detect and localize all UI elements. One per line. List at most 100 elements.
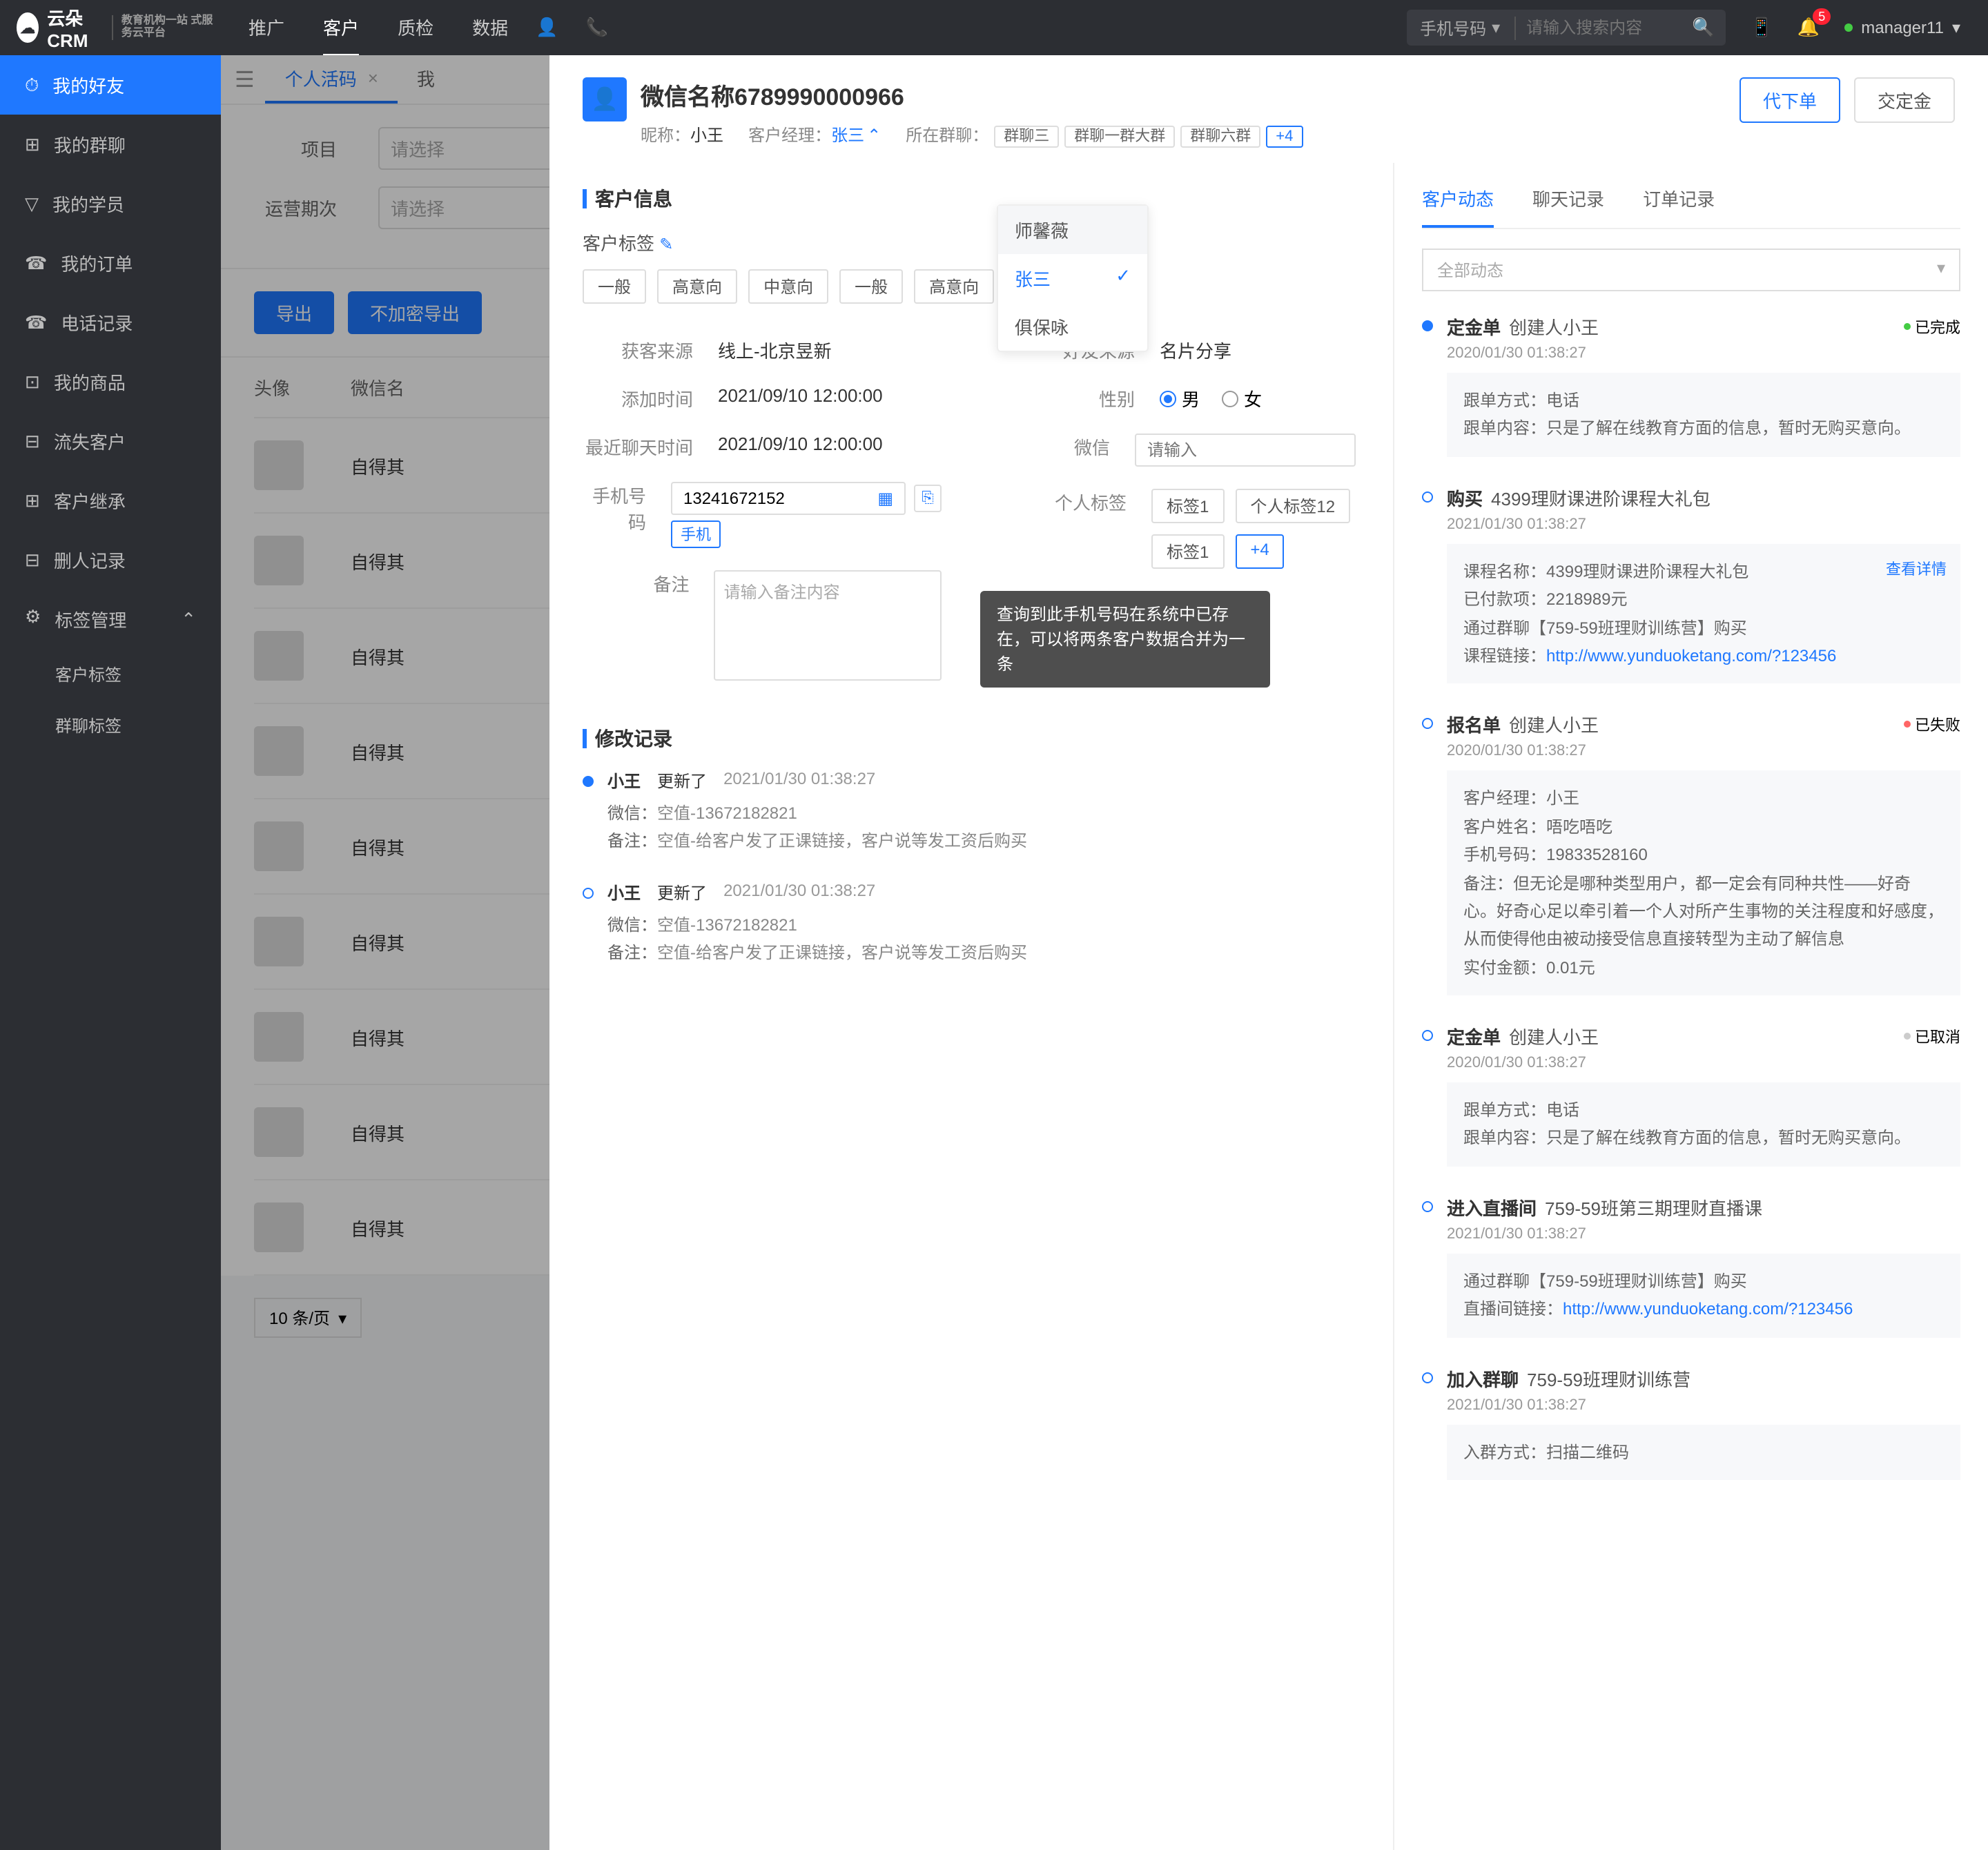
status-badge: 已完成 — [1904, 315, 1960, 338]
mobile-icon[interactable]: 📱 — [1751, 17, 1773, 39]
activity-tab[interactable]: 订单记录 — [1643, 185, 1715, 228]
sidebar-icon: ⏱ — [25, 74, 39, 96]
logo-text: 云朵CRM — [47, 4, 104, 51]
link[interactable]: http://www.yunduoketang.com/?123456 — [1563, 1300, 1853, 1319]
sidebar-icon: ⊞ — [25, 489, 40, 512]
activity-tab[interactable]: 聊天记录 — [1532, 185, 1604, 228]
timeline-item: 进入直播间759-59班第三期理财直播课2021/01/30 01:38:27通… — [1422, 1194, 1960, 1338]
topnav-item[interactable]: 推广 — [248, 0, 284, 56]
phone-input[interactable]: 13241672152▦ — [671, 482, 906, 515]
chevron-up-icon: ⌃ — [867, 125, 881, 144]
section-customer-info: 客户信息 — [583, 185, 1360, 213]
last-chat-value: 2021/09/10 12:00:00 — [718, 434, 883, 460]
activity-tab[interactable]: 客户动态 — [1422, 185, 1494, 228]
group-tag: 群聊一群大群 — [1064, 126, 1175, 148]
drawer-right: 客户动态聊天记录订单记录 全部动态▾ 定金单创建人小王已完成2020/01/30… — [1394, 163, 1988, 1850]
radio-female[interactable]: 女 — [1222, 385, 1262, 411]
timeline-item: 报名单创建人小王已失败2020/01/30 01:38:27客户经理：小王客户姓… — [1422, 712, 1960, 995]
sidebar-icon: ▽ — [25, 193, 39, 215]
contact-icon[interactable]: ▦ — [877, 489, 893, 508]
copy-icon[interactable]: ⎘ — [914, 485, 942, 512]
section-modify-log: 修改记录 — [583, 725, 1360, 752]
sidebar-item[interactable]: ⊟删人记录 — [0, 530, 221, 590]
deposit-button[interactable]: 交定金 — [1854, 77, 1955, 123]
dropdown-option[interactable]: 师馨薇 — [998, 206, 1147, 254]
cloud-icon: ☁ — [17, 12, 39, 43]
modify-log-item: 小王更新了2021/01/30 01:38:27微信：空值-1367218282… — [583, 881, 1360, 968]
check-icon: ✓ — [1115, 265, 1131, 291]
dropdown-option[interactable]: 俱保咏 — [998, 302, 1147, 351]
sidebar-item[interactable]: ⊞我的群聊 — [0, 115, 221, 174]
top-bar: ☁ 云朵CRM 教育机构一站 式服务云平台 推广客户质检数据 👤 📞 手机号码▾… — [0, 0, 1988, 55]
top-nav: 推广客户质检数据 — [248, 0, 508, 56]
sidebar-item[interactable]: ▽我的学员 — [0, 174, 221, 233]
sidebar: ⏱我的好友⊞我的群聊▽我的学员☎我的订单☎电话记录⊡我的商品⊟流失客户⊞客户继承… — [0, 55, 221, 1850]
notification-badge: 5 — [1813, 8, 1831, 25]
source-value: 线上-北京昱新 — [718, 337, 832, 363]
search-type-select[interactable]: 手机号码▾ — [1406, 16, 1515, 39]
timeline-item: 定金单创建人小王已取消2020/01/30 01:38:27跟单方式：电话跟单内… — [1422, 1023, 1960, 1167]
search-icon[interactable]: 🔍 — [1681, 17, 1725, 39]
sidebar-item[interactable]: ☎电话记录 — [0, 293, 221, 352]
sidebar-icon: ⊞ — [25, 133, 40, 155]
topnav-item[interactable]: 客户 — [323, 0, 359, 56]
user-menu[interactable]: manager11▾ — [1844, 18, 1960, 37]
timeline-item: 购买4399理财课进阶课程大礼包2021/01/30 01:38:27查看详情课… — [1422, 485, 1960, 684]
drawer-left: 客户信息 客户标签 ✎ 一般高意向中意向一般高意向中意向+4 获客来源线上-北京… — [549, 163, 1394, 1850]
logo-subtitle: 教育机构一站 式服务云平台 — [112, 15, 221, 39]
group-more[interactable]: +4 — [1266, 126, 1303, 148]
manager-select[interactable]: 张三 ⌃ — [831, 123, 881, 146]
friend-source-value: 名片分享 — [1160, 337, 1231, 363]
view-detail-link[interactable]: 查看详情 — [1886, 558, 1947, 583]
activity-filter-select[interactable]: 全部动态▾ — [1422, 249, 1960, 291]
radio-male[interactable]: 男 — [1160, 385, 1200, 411]
sidebar-icon: ☎ — [25, 252, 47, 274]
customer-icon: 👤 — [583, 77, 627, 121]
customer-tag: 中意向 — [748, 269, 828, 304]
phone-icon[interactable]: 📞 — [586, 17, 608, 39]
customer-tag: 一般 — [583, 269, 646, 304]
chevron-up-icon: ⌃ — [181, 608, 196, 630]
ptag-more[interactable]: +4 — [1235, 534, 1284, 569]
sidebar-item-tag-mgmt[interactable]: ⚙标签管理 ⌃ — [0, 590, 221, 649]
manager-dropdown: 师馨薇张三✓俱保咏 — [997, 204, 1149, 352]
proxy-order-button[interactable]: 代下单 — [1740, 77, 1840, 123]
sidebar-item[interactable]: ☎我的订单 — [0, 233, 221, 293]
user-icon[interactable]: 👤 — [536, 17, 558, 39]
group-tag: 群聊六群 — [1180, 126, 1260, 148]
wechat-input[interactable] — [1135, 434, 1356, 467]
sidebar-subitem[interactable]: 群聊标签 — [55, 700, 221, 751]
topnav-item[interactable]: 质检 — [398, 0, 433, 56]
top-search: 手机号码▾ 🔍 — [1406, 10, 1725, 46]
sidebar-item[interactable]: ⊟流失客户 — [0, 411, 221, 471]
sidebar-item[interactable]: ⊞客户继承 — [0, 471, 221, 530]
personal-tag: 标签1 — [1151, 489, 1224, 523]
timeline-item: 加入群聊759-59班理财训练营2021/01/30 01:38:27入群方式：… — [1422, 1365, 1960, 1480]
sidebar-icon: ⊡ — [25, 371, 40, 393]
sidebar-item[interactable]: ⊡我的商品 — [0, 352, 221, 411]
edit-icon[interactable]: ✎ — [659, 235, 673, 254]
sidebar-icon: ⊟ — [25, 430, 40, 452]
personal-tag: 个人标签12 — [1235, 489, 1350, 523]
bell-icon[interactable]: 🔔5 — [1797, 17, 1820, 39]
add-time-value: 2021/09/10 12:00:00 — [718, 385, 883, 411]
customer-tag: 高意向 — [914, 269, 994, 304]
customer-tag: 一般 — [839, 269, 903, 304]
topnav-item[interactable]: 数据 — [472, 0, 508, 56]
group-tag: 群聊三 — [994, 126, 1059, 148]
sidebar-icon: ☎ — [25, 311, 47, 333]
status-badge: 已失败 — [1904, 714, 1960, 736]
link[interactable]: http://www.yunduoketang.com/?123456 — [1546, 646, 1836, 665]
modify-log-item: 小王更新了2021/01/30 01:38:27微信：空值-1367218282… — [583, 769, 1360, 856]
remark-textarea[interactable]: 请输入备注内容 — [714, 570, 942, 681]
status-badge: 已取消 — [1904, 1025, 1960, 1047]
search-input[interactable] — [1515, 18, 1681, 37]
phone-exists-tooltip: 查询到此手机号码在系统中已存在，可以将两条客户数据合并为一条 — [980, 591, 1270, 688]
tag-icon: ⚙ — [25, 606, 41, 632]
phone-tag: 手机 — [671, 520, 721, 548]
main-area: ☰ 个人活码× 我 项目 请选择▾ 运营期次 请选择▾ 导出 不加密导出 头像微… — [221, 55, 1988, 1850]
customer-tag: 高意向 — [657, 269, 737, 304]
dropdown-option[interactable]: 张三✓ — [998, 254, 1147, 302]
sidebar-subitem[interactable]: 客户标签 — [55, 649, 221, 700]
sidebar-item[interactable]: ⏱我的好友 — [0, 55, 221, 115]
